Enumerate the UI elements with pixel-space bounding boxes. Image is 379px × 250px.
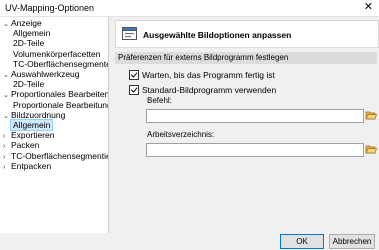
working-dir-field[interactable] (146, 143, 364, 157)
window-title: UV-Mapping-Optionen (5, 3, 95, 13)
tree-item[interactable]: Volumenkörperfacetten (13, 49, 100, 59)
cancel-button[interactable]: Abbrechen (329, 234, 375, 249)
tree-item-label: Anzeige (11, 18, 42, 28)
default-program-checkbox-label: Standard-Bildprogramm verwenden (142, 85, 277, 95)
tree-item-label: Proportionales Bearbeiten von (11, 89, 109, 100)
tree-item[interactable]: TC-Oberflächensegmente (13, 58, 109, 69)
wait-checkbox-row[interactable]: Warten, bis das Programm fertig ist (129, 70, 275, 81)
tree-item[interactable]: ⌄ Anzeige (3, 18, 42, 28)
dialog-footer: OK Abbrechen (0, 233, 379, 250)
tree-item[interactable]: ⌄Proportionales Bearbeiten von (3, 89, 109, 101)
options-tree[interactable]: ⌄ Anzeige Allgemein 2D-Teile Volumenkörperfa… (0, 17, 109, 233)
tree-item[interactable]: ⌄ Auswahlwerkzeug (3, 69, 80, 79)
tree-item[interactable]: Proportionale Bearbeitung (13, 99, 109, 110)
tree-item[interactable]: ›TC-Oberflächensegmentierung (3, 150, 108, 161)
wait-checkbox[interactable] (129, 70, 139, 80)
default-program-checkbox-row[interactable]: Standard-Bildprogramm verwenden (129, 85, 276, 96)
tree-item-label: 2D-Teile (13, 79, 45, 90)
tree-item-label: Volumenkörperfacetten (13, 48, 101, 59)
tree-item-label: Exportieren (11, 130, 55, 141)
dialog-window: UV-Mapping-Optionen ✕ ⌄ Anzeige Allgemein 2… (0, 0, 379, 250)
tree-item-label: Auswahlwerkzeug (11, 69, 80, 79)
group-title: Präferenzen für externs Bildprogramm fes… (115, 52, 377, 64)
tree-item-label: Packen (11, 140, 40, 151)
folder-open-icon[interactable] (365, 143, 377, 155)
options-panel: Ausgewählte Bildoptionen anpassen Präfer… (110, 17, 379, 233)
panel-header-title: Ausgewählte Bildoptionen anpassen (143, 30, 292, 40)
wait-checkbox-label: Warten, bis das Programm fertig ist (142, 70, 275, 80)
close-icon[interactable]: ✕ (364, 1, 373, 14)
tree-item-label: Proportionale Bearbeitung (13, 99, 109, 110)
ok-button[interactable]: OK (280, 234, 324, 249)
title-bar: UV-Mapping-Optionen ✕ (0, 0, 379, 17)
tree-item-label: Allgemein (13, 28, 51, 39)
working-dir-label: Arbeitsverzeichnis: (147, 130, 215, 139)
tree-item[interactable]: › Entpacken (3, 161, 51, 171)
expand-icon[interactable]: › (3, 163, 11, 173)
settings-window-icon (122, 27, 137, 40)
panel-header: Ausgewählte Bildoptionen anpassen (115, 20, 379, 48)
default-program-checkbox[interactable] (129, 85, 139, 95)
collapse-icon[interactable]: ⌄ (3, 91, 11, 101)
tree-item-label: TC-Oberflächensegmentierung (11, 150, 108, 161)
tree-item-label: Entpacken (11, 160, 52, 171)
tree-item[interactable]: Allgemein (13, 28, 50, 38)
tree-item-label: TC-Oberflächensegmente (13, 58, 109, 69)
tree-item-label: Allgemein (10, 119, 54, 131)
tree-item[interactable]: 2D-Teile (13, 79, 44, 89)
tree-item[interactable]: › Packen (3, 140, 39, 150)
tree-item[interactable]: 2D-Teile (13, 38, 44, 48)
command-field[interactable] (146, 109, 364, 123)
folder-open-icon[interactable] (365, 109, 377, 121)
collapse-icon[interactable]: ⌄ (3, 71, 11, 81)
collapse-icon[interactable]: ⌄ (3, 20, 11, 30)
tree-item-label: 2D-Teile (13, 38, 45, 49)
tree-item[interactable]: › Exportieren (3, 130, 54, 140)
command-label: Befehl: (147, 96, 172, 105)
tree-item[interactable]: Allgemein (10, 119, 54, 131)
